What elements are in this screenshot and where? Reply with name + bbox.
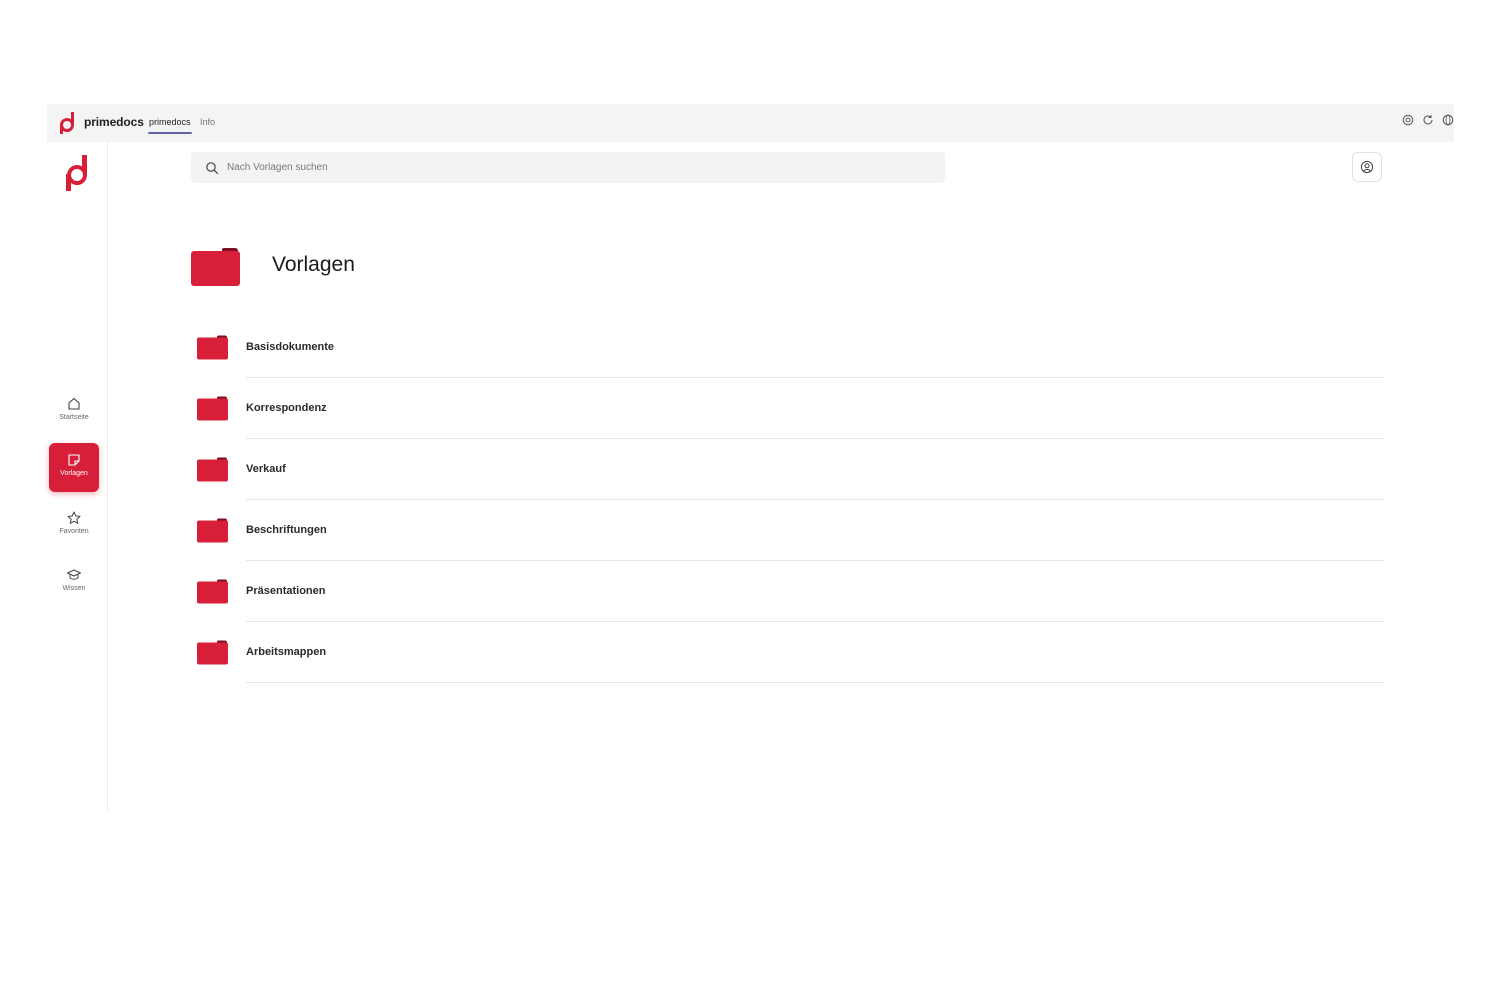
folder-icon	[197, 457, 228, 482]
folder-row-basisdokumente[interactable]: Basisdokumente	[197, 317, 1384, 378]
home-icon	[68, 397, 80, 410]
sidebar-item-favoriten[interactable]: Favoriten	[49, 501, 99, 550]
folder-list: Basisdokumente Korrespondenz Verkauf Bes…	[197, 317, 1384, 683]
search-bar	[191, 152, 945, 183]
top-bar: primedocs primedocs Info	[47, 104, 1454, 142]
refresh-icon[interactable]	[1422, 114, 1434, 126]
star-icon	[67, 511, 81, 524]
app-window: primedocs primedocs Info Startseite Vorl…	[47, 104, 1454, 810]
tab-primedocs[interactable]: primedocs	[148, 117, 192, 134]
sidebar-item-label: Wissen	[62, 585, 86, 592]
folder-icon-large	[191, 248, 240, 286]
folder-row-korrespondenz[interactable]: Korrespondenz	[197, 378, 1384, 439]
folder-icon	[197, 640, 228, 665]
page-title: Vorlagen	[272, 253, 355, 276]
folder-label: Arbeitsmappen	[246, 646, 327, 658]
primedocs-logo-large	[66, 155, 88, 191]
top-actions	[1402, 114, 1454, 126]
folder-row-verkauf[interactable]: Verkauf	[197, 439, 1384, 500]
folder-icon	[197, 396, 228, 421]
folder-label: Basisdokumente	[246, 341, 335, 353]
info-circle-icon[interactable]	[1402, 114, 1414, 126]
tab-label: primedocs	[149, 117, 191, 127]
template-icon	[68, 454, 80, 466]
primedocs-logo	[60, 112, 75, 134]
folder-label: Verkauf	[246, 463, 286, 475]
sidebar-item-vorlagen[interactable]: Vorlagen	[49, 443, 99, 492]
folder-label: Korrespondenz	[246, 402, 327, 414]
tab-info[interactable]: Info	[200, 117, 215, 127]
sidebar-item-label: Startseite	[59, 414, 89, 421]
sidebar-item-label: Favoriten	[59, 528, 89, 535]
folder-label: Beschriftungen	[246, 524, 327, 536]
folder-label: Präsentationen	[246, 585, 326, 597]
search-icon	[206, 161, 219, 174]
folder-row-praesentationen[interactable]: Präsentationen	[197, 561, 1384, 622]
user-circle-icon	[1360, 160, 1374, 174]
sidebar-item-label: Vorlagen	[60, 470, 88, 477]
row-divider	[246, 682, 1384, 683]
tab-label: Info	[200, 117, 216, 127]
folder-row-arbeitsmappen[interactable]: Arbeitsmappen	[197, 622, 1384, 683]
sidebar: Startseite Vorlagen Favoriten Wissen	[47, 142, 108, 810]
folder-icon	[197, 579, 228, 604]
sidebar-item-wissen[interactable]: Wissen	[49, 558, 99, 607]
sidebar-item-startseite[interactable]: Startseite	[49, 387, 99, 436]
globe-icon[interactable]	[1442, 114, 1454, 126]
folder-icon	[197, 518, 228, 543]
profile-button[interactable]	[1352, 152, 1382, 182]
search-input[interactable]	[225, 161, 929, 174]
brand-name: primedocs	[84, 115, 144, 129]
active-tab-indicator	[148, 132, 192, 134]
graduation-cap-icon	[67, 569, 81, 580]
folder-row-beschriftungen[interactable]: Beschriftungen	[197, 500, 1384, 561]
folder-icon	[197, 335, 228, 360]
